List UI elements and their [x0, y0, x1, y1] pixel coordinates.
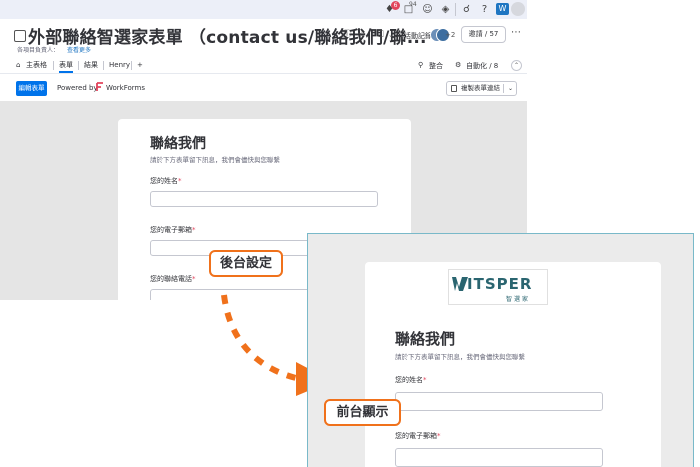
workforms-brand: WorkForms [106, 84, 146, 92]
invite-members-icon[interactable]: ☺ [421, 3, 434, 16]
info-icon[interactable]: ⓘ [341, 30, 353, 41]
owner-label: 各項目負責人： [17, 47, 60, 54]
logo-subtitle: 智選家 [506, 296, 531, 303]
tab-divider [131, 61, 132, 70]
copy-form-link-button[interactable]: 複製表單連結 ⌄ [446, 81, 517, 96]
public-form-card: ITSPER 智選家 聯絡我們 請於下方表單留下訊息，我們會儘快與您聯繫 您的姓… [365, 262, 661, 467]
chevron-down-icon[interactable]: ⌄ [508, 82, 513, 95]
apps-icon[interactable]: ◈ [439, 3, 452, 16]
tab-form[interactable]: 表單 [59, 57, 73, 73]
inbox-badge: 94 [409, 1, 417, 8]
board-form-icon [14, 30, 26, 42]
public-form-window: ITSPER 智選家 聯絡我們 請於下方表單留下訊息，我們會儘快與您聯繫 您的姓… [307, 233, 694, 467]
powered-by-label: Powered by [57, 84, 98, 92]
email-field-label[interactable]: 您的電子郵箱* [150, 225, 196, 235]
invite-button[interactable]: 邀請 / 57 [461, 26, 506, 43]
tab-divider [78, 61, 79, 70]
form-title[interactable]: 聯絡我們 [150, 133, 206, 153]
form-description[interactable]: 請於下方表單留下訊息，我們會儘快與您聯繫 [150, 154, 280, 164]
notification-badge: 6 [391, 1, 400, 10]
integrate-icon: ⚲ [418, 61, 424, 69]
tab-results[interactable]: 結果 [84, 57, 98, 73]
help-icon[interactable]: ? [478, 3, 491, 16]
public-email-label: 您的電子郵箱* [395, 432, 441, 440]
automate-button[interactable]: 自動化 / 8 [466, 61, 498, 71]
topbar-divider [455, 3, 456, 16]
name-input[interactable] [150, 191, 378, 207]
user-avatar[interactable] [511, 2, 525, 16]
edit-form-button[interactable]: 編輯表單 [16, 81, 47, 96]
name-field-label[interactable]: 您的姓名* [150, 176, 182, 186]
app-logo-icon[interactable]: W [496, 3, 509, 15]
public-form-title: 聯絡我們 [395, 330, 456, 348]
phone-field-label[interactable]: 您的聯絡電話* [150, 274, 196, 284]
add-view-button[interactable]: + [137, 57, 143, 73]
public-email-input[interactable] [395, 448, 603, 467]
tab-henry[interactable]: Henry [109, 57, 130, 73]
star-icon[interactable]: ☆ [356, 30, 368, 41]
public-form-description: 請於下方表單留下訊息，我們會儘快與您聯繫 [395, 353, 525, 361]
logo-text: ITSPER [467, 275, 533, 293]
copy-icon [451, 85, 457, 92]
top-bar: ♦ 6 □ 94 ☺ ◈ ☌ ? W [0, 0, 527, 19]
chevron-down-icon[interactable]: ⌄ [385, 30, 397, 41]
activity-log-link[interactable]: 活動記錄 [404, 31, 432, 41]
tab-divider [103, 61, 104, 70]
integrate-button[interactable]: 整合 [429, 61, 443, 71]
workforms-logo-icon [96, 82, 103, 91]
automate-icon: ⚙ [455, 61, 462, 69]
tab-main-table[interactable]: 主表格 [26, 57, 47, 73]
avatars-more-count[interactable]: +2 [445, 31, 455, 39]
board-owner-line: 各項目負責人： 查看更多 [17, 45, 91, 54]
collapse-header-icon[interactable]: ⌃ [511, 60, 522, 71]
tabs-divider [0, 73, 527, 74]
witsper-w-mark-icon [452, 277, 468, 291]
copy-link-divider [503, 84, 504, 93]
frontend-display-callout: 前台顯示 [324, 399, 401, 426]
witsper-logo: ITSPER 智選家 [448, 269, 548, 305]
copy-form-link-label: 複製表單連結 [461, 84, 500, 92]
backend-settings-callout: 後台設定 [209, 250, 283, 277]
tab-divider [53, 61, 54, 70]
view-tabs: ⌂ 主表格 表單 結果 Henry + [0, 57, 527, 74]
more-options-icon[interactable]: ⋯ [511, 27, 521, 38]
home-icon: ⌂ [16, 61, 21, 69]
public-name-label: 您的姓名* [395, 376, 427, 384]
search-icon[interactable]: ☌ [460, 3, 473, 16]
public-name-input[interactable] [395, 392, 603, 411]
see-more-link[interactable]: 查看更多 [67, 47, 91, 54]
